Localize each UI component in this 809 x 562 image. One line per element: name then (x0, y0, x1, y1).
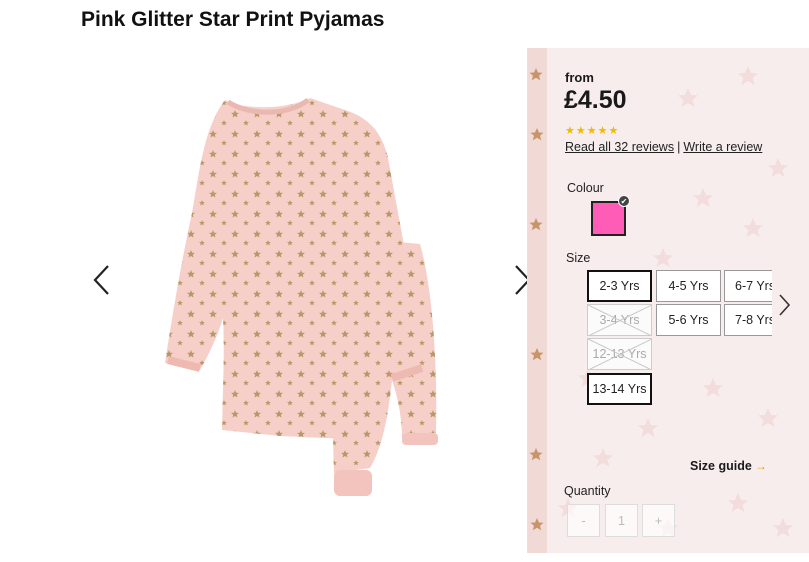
size-option-13-14[interactable]: 13-14 Yrs (587, 373, 652, 405)
check-icon: ✔ (618, 195, 630, 207)
write-review-link[interactable]: Write a review (683, 140, 762, 154)
quantity-decrease-button[interactable]: - (567, 504, 600, 537)
quantity-input[interactable]: 1 (605, 504, 638, 537)
arrow-right-icon: → (754, 459, 767, 473)
size-option-2-3[interactable]: 2-3 Yrs (587, 270, 652, 302)
product-title: Pink Glitter Star Print Pyjamas (81, 8, 385, 31)
size-guide-label: Size guide (690, 459, 752, 473)
size-option-7-8[interactable]: 7-8 Yrs (724, 304, 772, 336)
product-details-panel: from £4.50 ★★★★★ Read all 32 reviews | Wri… (527, 48, 809, 553)
size-guide-link[interactable]: Size guide → (690, 459, 767, 473)
quantity-label: Quantity (564, 484, 611, 498)
size-option-6-7[interactable]: 6-7 Yrs (724, 270, 772, 302)
reviews-separator: | (677, 140, 681, 154)
size-option-3-4: 3-4 Yrs (587, 304, 652, 336)
size-label: Size (566, 251, 591, 265)
chevron-left-icon (93, 265, 109, 295)
chevron-right-icon (779, 294, 791, 316)
colour-label: Colour (567, 181, 604, 195)
previous-image-button[interactable] (88, 260, 118, 300)
read-reviews-link[interactable]: Read all 32 reviews (565, 140, 674, 154)
price: £4.50 (564, 86, 627, 114)
product-image (165, 97, 438, 496)
size-scroll-next-button[interactable] (776, 291, 792, 319)
product-gallery (80, 48, 531, 553)
size-option-5-6[interactable]: 5-6 Yrs (656, 304, 721, 336)
size-option-12-13: 12-13 Yrs (587, 338, 652, 370)
quantity-increase-button[interactable]: + (642, 504, 675, 537)
rating-stars: ★★★★★ (565, 125, 620, 137)
size-option-4-5[interactable]: 4-5 Yrs (656, 270, 721, 302)
reviews-links: Read all 32 reviews | Write a review (565, 140, 762, 154)
price-from-label: from (565, 70, 594, 85)
